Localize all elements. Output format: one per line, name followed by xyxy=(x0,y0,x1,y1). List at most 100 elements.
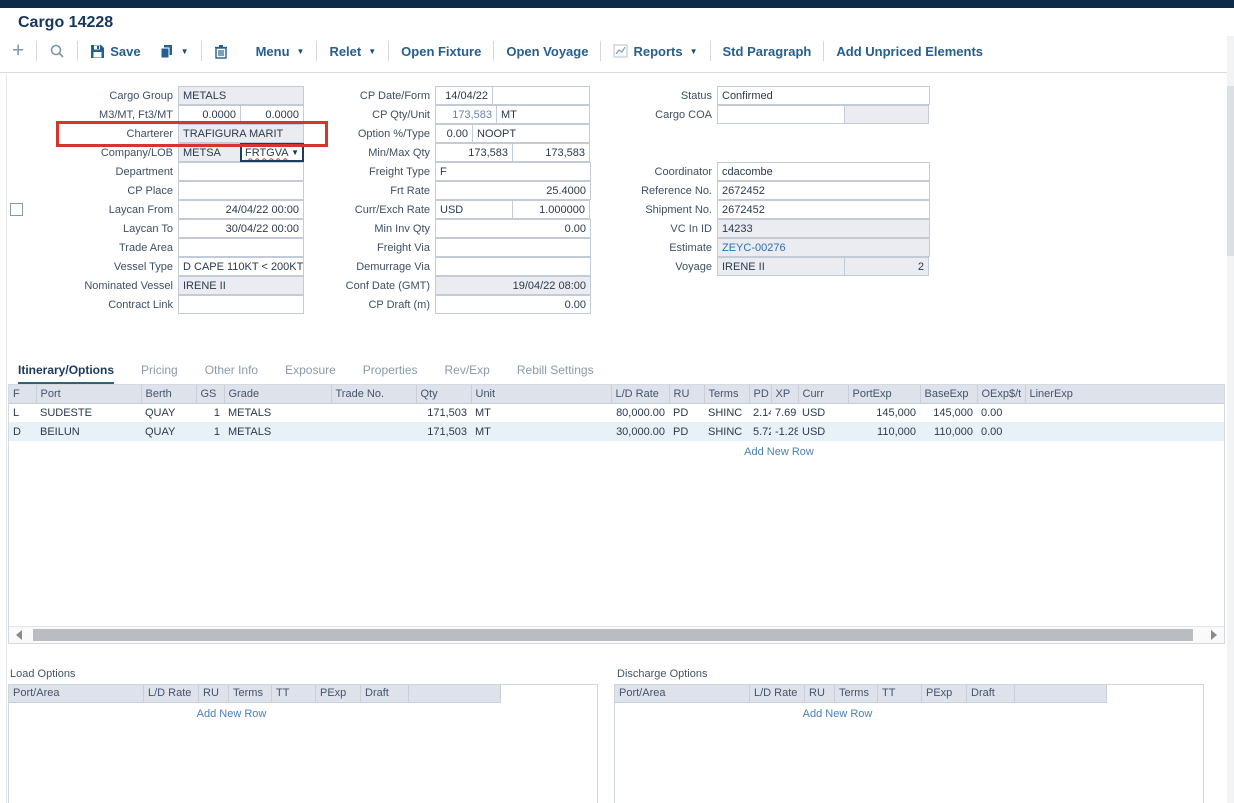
vessel-type-field[interactable]: D CAPE 110KT < 200KT xyxy=(178,257,304,276)
contract-link-field[interactable] xyxy=(178,295,304,314)
cp-place-field[interactable] xyxy=(178,181,304,200)
option-pct-field[interactable]: 0.00 xyxy=(435,124,473,143)
cell-ru[interactable]: PD xyxy=(669,403,704,422)
scroll-left-arrow-icon[interactable] xyxy=(16,630,22,640)
cp-place-label: CP Place xyxy=(8,185,178,197)
tab-rebill-settings[interactable]: Rebill Settings xyxy=(517,363,594,385)
reports-button[interactable]: Reports ▼ xyxy=(611,44,699,59)
cell-ld-rate[interactable]: 30,000.00 xyxy=(611,422,669,441)
laycan-from-field[interactable]: 24/04/22 00:00 xyxy=(178,200,304,219)
cp-draft-field[interactable]: 0.00 xyxy=(435,295,591,314)
department-field[interactable] xyxy=(178,162,304,181)
cell-xp[interactable]: 7.69 xyxy=(771,403,798,422)
itinerary-row-load[interactable]: L SUDESTE QUAY 1 METALS 171,503 MT 80,00… xyxy=(9,403,1224,422)
freight-via-field[interactable] xyxy=(435,238,591,257)
cell-berth[interactable]: QUAY xyxy=(141,403,196,422)
m3mt-field-1[interactable]: 0.0000 xyxy=(178,105,241,124)
cell-ru[interactable]: PD xyxy=(669,422,704,441)
demurrage-via-field[interactable] xyxy=(435,257,591,276)
min-inv-qty-field[interactable]: 0.00 xyxy=(435,219,591,238)
cell-qty[interactable]: 171,503 xyxy=(416,403,471,422)
save-button[interactable]: Save xyxy=(88,44,142,59)
shipment-no-field[interactable]: 2672452 xyxy=(717,200,930,219)
tab-exposure[interactable]: Exposure xyxy=(285,363,336,385)
cp-qty-field[interactable]: 173,583 xyxy=(435,105,497,124)
cell-terms[interactable]: SHINC xyxy=(704,422,749,441)
copy-button[interactable]: ▼ xyxy=(157,44,191,59)
cell-curr[interactable]: USD xyxy=(798,422,848,441)
cell-trade-no[interactable] xyxy=(331,403,416,422)
cargo-coa-field[interactable] xyxy=(717,105,845,124)
laycan-checkbox[interactable] xyxy=(10,203,23,216)
std-paragraph-button[interactable]: Std Paragraph xyxy=(721,44,814,59)
status-field[interactable]: Confirmed xyxy=(717,86,930,105)
cell-berth[interactable]: QUAY xyxy=(141,422,196,441)
estimate-link[interactable]: ZEYC-00276 xyxy=(717,238,930,257)
open-fixture-button[interactable]: Open Fixture xyxy=(399,44,483,59)
cell-port[interactable]: SUDESTE xyxy=(36,403,141,422)
load-options-add-new-row-link[interactable]: Add New Row xyxy=(9,703,454,720)
cell-gs[interactable]: 1 xyxy=(196,422,224,441)
trade-area-field[interactable] xyxy=(178,238,304,257)
cp-date-field[interactable]: 14/04/22 xyxy=(435,86,493,105)
tab-other-info[interactable]: Other Info xyxy=(205,363,258,385)
coordinator-field[interactable]: cdacombe xyxy=(717,162,930,181)
delete-button[interactable] xyxy=(212,44,230,59)
relet-button[interactable]: Relet ▼ xyxy=(327,44,378,59)
cell-f[interactable]: L xyxy=(9,403,36,422)
cp-unit-field[interactable]: MT xyxy=(496,105,590,124)
max-qty-field[interactable]: 173,583 xyxy=(512,143,590,162)
reference-no-field[interactable]: 2672452 xyxy=(717,181,930,200)
itinerary-add-new-row-link[interactable]: Add New Row xyxy=(9,441,1224,458)
laycan-to-field[interactable]: 30/04/22 00:00 xyxy=(178,219,304,238)
open-voyage-button[interactable]: Open Voyage xyxy=(504,44,590,59)
cell-curr[interactable]: USD xyxy=(798,403,848,422)
horizontal-scrollbar[interactable] xyxy=(9,626,1224,643)
cell-grade[interactable]: METALS xyxy=(224,403,331,422)
cell-portexp[interactable]: 145,000 xyxy=(848,403,920,422)
currency-field[interactable]: USD xyxy=(435,200,513,219)
tab-itinerary-options[interactable]: Itinerary/Options xyxy=(18,363,114,385)
menu-button[interactable]: Menu ▼ xyxy=(254,44,307,59)
vertical-scrollbar[interactable] xyxy=(1227,36,1234,803)
vertical-scrollbar-thumb[interactable] xyxy=(1227,86,1234,256)
freight-type-field[interactable]: F xyxy=(435,162,591,181)
cell-baseexp[interactable]: 110,000 xyxy=(920,422,977,441)
cell-grade[interactable]: METALS xyxy=(224,422,331,441)
cell-oexp[interactable]: 0.00 xyxy=(977,422,1025,441)
exch-rate-field[interactable]: 1.000000 xyxy=(512,200,590,219)
cell-linerexp[interactable] xyxy=(1025,422,1224,441)
cell-trade-no[interactable] xyxy=(331,422,416,441)
cell-unit[interactable]: MT xyxy=(471,403,611,422)
cell-portexp[interactable]: 110,000 xyxy=(848,422,920,441)
add-unpriced-elements-button[interactable]: Add Unpriced Elements xyxy=(834,44,985,59)
cell-pd[interactable]: 2.14 xyxy=(749,403,771,422)
cell-f[interactable]: D xyxy=(9,422,36,441)
cell-port[interactable]: BEILUN xyxy=(36,422,141,441)
cell-oexp[interactable]: 0.00 xyxy=(977,403,1025,422)
cell-gs[interactable]: 1 xyxy=(196,403,224,422)
tab-pricing[interactable]: Pricing xyxy=(141,363,178,385)
cell-xp[interactable]: -1.28 xyxy=(771,422,798,441)
scroll-right-arrow-icon[interactable] xyxy=(1211,630,1217,640)
cell-linerexp[interactable] xyxy=(1025,403,1224,422)
search-button[interactable] xyxy=(47,43,67,59)
cell-ld-rate[interactable]: 80,000.00 xyxy=(611,403,669,422)
cell-unit[interactable]: MT xyxy=(471,422,611,441)
add-button[interactable]: + xyxy=(10,41,26,61)
itinerary-row-discharge[interactable]: D BEILUN QUAY 1 METALS 171,503 MT 30,000… xyxy=(9,422,1224,441)
tab-rev-exp[interactable]: Rev/Exp xyxy=(445,363,490,385)
frt-rate-field[interactable]: 25.4000 xyxy=(435,181,591,200)
min-qty-field[interactable]: 173,583 xyxy=(435,143,513,162)
cell-terms[interactable]: SHINC xyxy=(704,403,749,422)
tab-properties[interactable]: Properties xyxy=(363,363,418,385)
cell-qty[interactable]: 171,503 xyxy=(416,422,471,441)
lob-dropdown[interactable]: FRTGVA ▼ xyxy=(240,143,304,162)
scrollbar-thumb[interactable] xyxy=(33,629,1193,641)
cp-form-field[interactable] xyxy=(492,86,590,105)
cell-baseexp[interactable]: 145,000 xyxy=(920,403,977,422)
cell-pd[interactable]: 5.72 xyxy=(749,422,771,441)
discharge-options-add-new-row-link[interactable]: Add New Row xyxy=(615,703,1060,720)
m3mt-field-2[interactable]: 0.0000 xyxy=(240,105,304,124)
option-type-field[interactable]: NOOPT xyxy=(472,124,590,143)
